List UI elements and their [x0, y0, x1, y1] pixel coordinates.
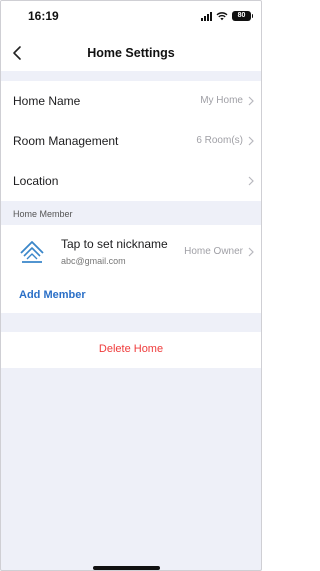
home-name-label: Home Name — [13, 94, 81, 108]
member-email: abc@gmail.com — [61, 256, 126, 266]
delete-home-button[interactable]: Delete Home — [1, 343, 261, 355]
status-time: 16:19 — [28, 9, 59, 23]
member-nickname: Tap to set nickname — [61, 237, 168, 251]
phone-screen: 16:19 80 Home Settings Home Name My Home… — [0, 0, 262, 571]
home-member-header-label: Home Member — [13, 209, 73, 219]
room-management-label: Room Management — [13, 134, 119, 148]
member-role: Home Owner — [184, 246, 243, 257]
wifi-icon — [216, 12, 228, 21]
section-gap — [1, 313, 261, 332]
location-label: Location — [13, 174, 59, 188]
room-count-value: 6 Room(s) — [196, 135, 243, 146]
chevron-right-icon — [248, 136, 254, 146]
delete-home-row[interactable]: Delete Home — [1, 332, 261, 368]
section-gap — [1, 71, 261, 81]
home-indicator — [93, 566, 160, 570]
battery-icon: 80 — [232, 11, 253, 21]
chevron-right-icon — [248, 247, 254, 257]
chevron-right-icon — [248, 96, 254, 106]
home-name-value: My Home — [200, 95, 243, 106]
add-member-button[interactable]: Add Member — [19, 289, 86, 301]
nav-bar: Home Settings — [1, 35, 261, 71]
home-avatar-icon — [20, 241, 44, 263]
room-management-row[interactable]: Room Management 6 Room(s) — [1, 121, 261, 161]
chevron-right-icon — [248, 176, 254, 186]
add-member-row[interactable]: Add Member — [1, 279, 261, 313]
home-name-row[interactable]: Home Name My Home — [1, 81, 261, 121]
member-row[interactable]: Tap to set nickname abc@gmail.com Home O… — [1, 225, 261, 279]
signal-icon — [201, 11, 212, 21]
status-bar: 16:19 80 — [1, 1, 261, 35]
status-icons: 80 — [201, 10, 253, 22]
page-title: Home Settings — [87, 46, 175, 60]
home-member-header: Home Member — [1, 203, 261, 225]
location-row[interactable]: Location — [1, 161, 261, 201]
